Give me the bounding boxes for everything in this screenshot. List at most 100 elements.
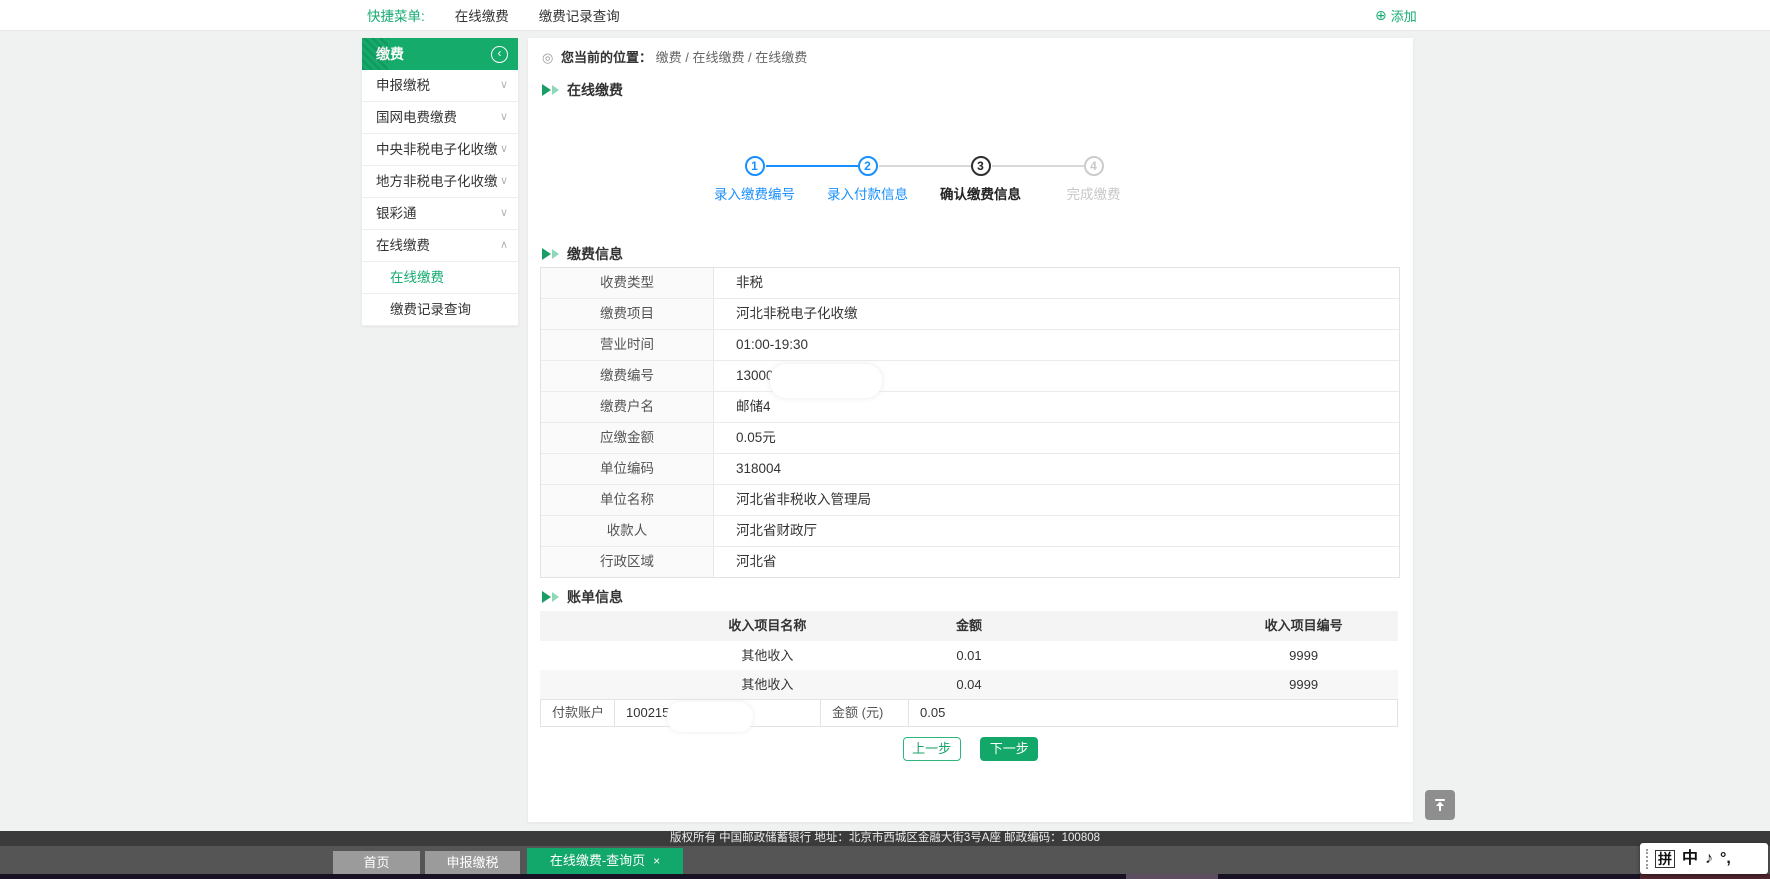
bottom-strip [0, 874, 1770, 879]
bill-cell: 0.04 [956, 670, 981, 699]
ime-glyph-♪[interactable]: ♪ [1705, 851, 1713, 867]
row-label: 缴费项目 [541, 299, 714, 329]
row-value: 13000048342 [714, 361, 1399, 391]
quick-menu-item[interactable]: 缴费记录查询 [539, 5, 620, 25]
content-panel: ◎ 您当前的位置： 缴费 / 在线缴费 / 在线缴费 在线缴费 1录入缴费编号2… [528, 38, 1413, 822]
row-value: 河北省 [714, 547, 1399, 577]
bill-cell: 0.01 [956, 641, 981, 670]
payer-account-row: 付款账户 1002158 金额 (元) 0.05 [540, 699, 1398, 727]
sidebar-item-label: 缴费记录查询 [390, 294, 471, 325]
taskbar-tab[interactable]: 首页 [333, 851, 420, 874]
sidebar-header-label: 缴费 [376, 44, 404, 64]
column-header: 收入项目名称 [728, 611, 806, 641]
row-value: 01:00-19:30 [714, 330, 1399, 360]
copyright-bar: 版权所有 中国邮政储蓄银行 地址：北京市西城区金融大街3号A座 邮政编码：100… [0, 831, 1770, 846]
row-value: 318004 [714, 454, 1399, 484]
table-row: 单位名称河北省非税收入管理局 [541, 485, 1399, 516]
quick-menu-items: 在线缴费 缴费记录查询 [425, 5, 620, 25]
section-title: 账单信息 [567, 587, 623, 607]
sidebar-item[interactable]: 地方非税电子化收缴∨ [362, 166, 518, 198]
value-text: 非税 [736, 275, 763, 290]
table-row: 行政区域河北省 [541, 547, 1399, 577]
play-icon [552, 592, 559, 602]
plus-circle-icon: ⊕ [1375, 7, 1387, 24]
redaction-overlay [667, 702, 753, 732]
scrollbar-thumb[interactable] [1126, 874, 1218, 879]
sidebar-item[interactable]: 在线缴费∧ [362, 230, 518, 262]
sidebar-item[interactable]: 国网电费缴费∨ [362, 102, 518, 134]
amount-label: 金额 (元) [821, 700, 909, 726]
row-label: 行政区域 [541, 547, 714, 577]
row-label: 营业时间 [541, 330, 714, 360]
payer-account-value: 1002158 [615, 700, 821, 726]
row-label: 缴费编号 [541, 361, 714, 391]
step-number: 1 [745, 156, 765, 176]
sidebar-items: 申报缴税∨国网电费缴费∨中央非税电子化收缴∨地方非税电子化收缴∨银彩通∨在线缴费… [362, 70, 518, 326]
sidebar-subitem[interactable]: 在线缴费 [362, 262, 518, 294]
bill-cell: 其他收入 [741, 641, 793, 670]
ime-drag-handle-icon[interactable] [1646, 849, 1648, 869]
row-label: 缴费户名 [541, 392, 714, 422]
step-2: 2录入付款信息 [811, 156, 924, 203]
section-payment-info: 缴费信息 [542, 244, 623, 264]
value-text: 河北省财政厅 [736, 523, 817, 538]
sidebar-item[interactable]: 申报缴税 ∨ [362, 70, 518, 102]
row-value: 河北非税电子化收缴 [714, 299, 1399, 329]
chevron-up-icon: ∧ [500, 230, 508, 261]
row-value: 河北省财政厅 [714, 516, 1399, 546]
breadcrumb: ◎ 您当前的位置： 缴费 / 在线缴费 / 在线缴费 [542, 47, 807, 66]
close-tab-icon[interactable]: × [653, 854, 660, 868]
row-label: 收款人 [541, 516, 714, 546]
payer-account-label: 付款账户 [541, 700, 615, 726]
play-icon [542, 591, 551, 603]
sidebar-subitem[interactable]: 缴费记录查询 [362, 294, 518, 326]
bill-row: 其他收入0.049999 [540, 670, 1398, 699]
ime-glyph-拼[interactable]: 拼 [1655, 850, 1675, 868]
step-4: 4完成缴费 [1037, 156, 1150, 203]
sidebar-item[interactable]: 银彩通∨ [362, 198, 518, 230]
sidebar-item-label: 国网电费缴费 [376, 102, 457, 133]
row-label: 应缴金额 [541, 423, 714, 453]
column-header: 金额 [956, 611, 982, 641]
section-title: 缴费信息 [567, 244, 623, 264]
next-step-button[interactable]: 下一步 [980, 737, 1038, 761]
quick-menu-item[interactable]: 在线缴费 [455, 5, 509, 25]
step-label: 确认缴费信息 [924, 183, 1037, 203]
ime-glyph-中[interactable]: 中 [1682, 851, 1698, 867]
app-window: 快捷菜单: 在线缴费缴费记录查询 ⊕ 添加 缴费 ‹ 申报缴税∨国网电费缴费∨中… [0, 0, 1770, 879]
section-online-payment: 在线缴费 [542, 80, 623, 100]
table-row: 应缴金额0.05元 [541, 423, 1399, 454]
taskbar-tab[interactable]: 在线缴费-查询页 × [527, 848, 683, 874]
column-header: 收入项目编号 [1265, 611, 1343, 641]
add-button[interactable]: ⊕ 添加 [1375, 0, 1417, 30]
breadcrumb-path: 缴费 / 在线缴费 / 在线缴费 [656, 50, 808, 65]
taskbar-tab[interactable]: 申报缴税 [425, 851, 520, 874]
bill-cell: 9999 [1289, 641, 1318, 670]
sidebar-item-label: 中央非税电子化收缴 [376, 134, 498, 165]
location-icon: ◎ [542, 50, 553, 65]
row-value: 河北省非税收入管理局 [714, 485, 1399, 515]
add-label: 添加 [1391, 6, 1417, 25]
row-label: 收费类型 [541, 268, 714, 298]
bill-cell: 其他收入 [741, 670, 793, 699]
sidebar-header-payment[interactable]: 缴费 ‹ [362, 38, 518, 70]
scroll-to-top-button[interactable] [1425, 790, 1455, 820]
ime-glyph-°,[interactable]: °, [1720, 851, 1731, 867]
sidebar-item-label: 地方非税电子化收缴 [376, 166, 498, 197]
step-number: 4 [1084, 156, 1104, 176]
payment-info-table: 收费类型 非税缴费项目河北非税电子化收缴营业时间 01:00-19:30 缴费编号13… [540, 267, 1400, 578]
value-text: 318004 [736, 461, 781, 476]
step-number: 3 [971, 156, 991, 176]
step-buttons: 上一步 下一步 [528, 737, 1413, 761]
previous-step-button[interactable]: 上一步 [903, 737, 961, 761]
sidebar-item[interactable]: 中央非税电子化收缴∨ [362, 134, 518, 166]
redaction-overlay [770, 364, 882, 398]
value-text: 01:00-19:30 [736, 337, 808, 352]
chevron-down-icon: ∨ [500, 70, 508, 101]
bill-header-row: 收入项目名称 金额 收入项目编号 [540, 611, 1398, 641]
collapse-panel-icon[interactable]: ‹ [491, 46, 508, 63]
table-row: 缴费户名邮储4 [541, 392, 1399, 423]
sidebar-item-label: 申报缴税 [376, 70, 430, 101]
taskbar-tab-label: 在线缴费-查询页 [550, 853, 645, 868]
progress-stepper: 1录入缴费编号2录入付款信息3确认缴费信息4完成缴费 [698, 156, 1150, 203]
